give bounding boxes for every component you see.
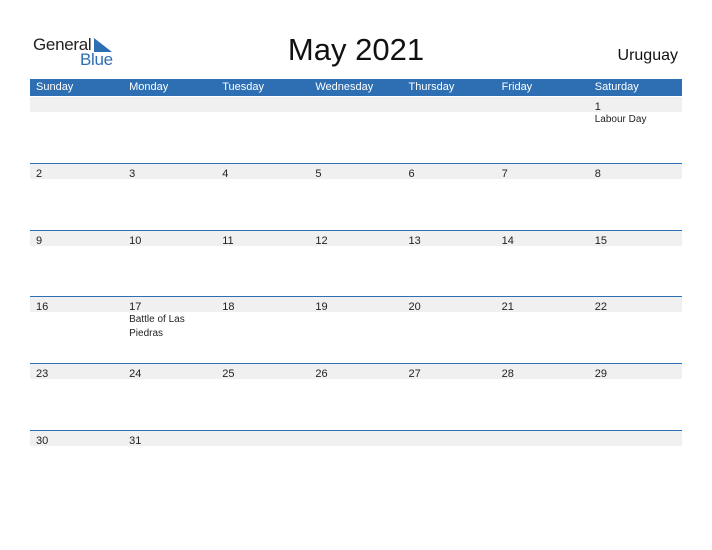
day-cell xyxy=(496,431,589,446)
day-number: 25 xyxy=(222,368,235,380)
day-cell: 3 xyxy=(123,164,216,180)
day-cell: 23 xyxy=(30,364,123,380)
day-number: 23 xyxy=(36,368,49,380)
day-cell xyxy=(30,97,123,112)
day-number: 10 xyxy=(129,235,142,247)
day-cell xyxy=(403,431,496,446)
day-number: 22 xyxy=(594,301,607,313)
day-cell: 27 xyxy=(403,364,496,380)
day-number: 3 xyxy=(129,168,136,180)
day-cell: 7 xyxy=(496,164,589,180)
day-number: 4 xyxy=(222,168,229,180)
week-row: 30 31 xyxy=(30,430,682,447)
day-cell xyxy=(216,97,309,112)
day-number: 18 xyxy=(222,301,235,313)
day-number: 15 xyxy=(594,235,607,247)
day-cell: 11 xyxy=(216,231,309,247)
country-label: Uruguay xyxy=(617,47,678,64)
day-cell: 29 xyxy=(589,364,682,380)
week-row: 1 Labour Day xyxy=(30,97,682,125)
holiday-label: Battle of Las Piedras xyxy=(129,314,185,339)
day-cell: 10 xyxy=(123,231,216,247)
day-number: 29 xyxy=(594,368,607,380)
day-number: 21 xyxy=(501,301,514,313)
day-cell: 8 xyxy=(589,164,682,180)
day-cell: 24 xyxy=(123,364,216,380)
weekday-monday: Monday xyxy=(129,81,169,93)
week-row: 16 17 Battle of Las Piedras 18 19 20 21 22 xyxy=(30,296,682,339)
day-number: 26 xyxy=(315,368,328,380)
weekday-wednesday: Wednesday xyxy=(315,81,374,93)
week-daybar: 30 31 xyxy=(30,431,682,447)
day-cell: 19 xyxy=(309,297,402,313)
day-cell: 20 xyxy=(403,297,496,313)
day-number: 17 xyxy=(129,301,142,313)
day-number: 31 xyxy=(129,435,142,447)
day-number: 5 xyxy=(315,168,322,180)
day-number: 9 xyxy=(36,235,43,247)
day-cell xyxy=(589,431,682,446)
day-cell xyxy=(309,97,402,112)
day-number: 11 xyxy=(222,235,234,247)
day-number: 19 xyxy=(315,301,328,313)
day-cell: 6 xyxy=(403,164,496,180)
week-row: 23 24 25 26 27 28 29 xyxy=(30,363,682,380)
day-number: 6 xyxy=(408,168,415,180)
day-cell: 5 xyxy=(309,164,402,180)
week-daybar: 23 24 25 26 27 28 29 xyxy=(30,364,682,380)
day-number: 2 xyxy=(36,168,43,180)
day-number: 1 xyxy=(594,101,601,113)
day-number: 8 xyxy=(594,168,601,180)
day-cell: 16 xyxy=(30,297,123,313)
day-cell: 13 xyxy=(403,231,496,247)
day-number: 16 xyxy=(36,301,49,313)
week-daybar: 16 17 Battle of Las Piedras 18 19 20 21 22 xyxy=(30,297,682,339)
day-cell: 2 xyxy=(30,164,123,180)
week-row: 9 10 11 12 13 14 15 xyxy=(30,230,682,247)
day-number: 24 xyxy=(129,368,142,380)
day-cell: 30 xyxy=(30,431,123,447)
page-title: May 2021 xyxy=(287,32,425,67)
day-cell xyxy=(403,97,496,112)
day-cell: 12 xyxy=(309,231,402,247)
day-cell: 21 xyxy=(496,297,589,313)
week-row: 2 3 4 5 6 7 8 xyxy=(30,163,682,180)
day-cell: 17 Battle of Las Piedras xyxy=(123,297,216,339)
week-daybar: 1 Labour Day xyxy=(30,97,682,125)
weekday-thursday: Thursday xyxy=(408,81,455,93)
day-cell: 1 Labour Day xyxy=(589,97,682,125)
calendar-grid: Sunday Monday Tuesday Wednesday Thursday… xyxy=(30,79,682,447)
day-cell xyxy=(123,97,216,112)
weekday-sunday: Sunday xyxy=(36,81,74,93)
day-cell: 25 xyxy=(216,364,309,380)
day-cell: 18 xyxy=(216,297,309,313)
weekday-saturday: Saturday xyxy=(594,81,639,93)
day-cell: 28 xyxy=(496,364,589,380)
day-cell: 15 xyxy=(589,231,682,247)
day-number: 28 xyxy=(501,368,514,380)
day-cell xyxy=(496,97,589,112)
day-number: 13 xyxy=(408,235,421,247)
weekday-friday: Friday xyxy=(501,81,533,93)
day-cell xyxy=(216,431,309,446)
holiday-label: Labour Day xyxy=(594,114,647,125)
day-cell: 31 xyxy=(123,431,216,447)
day-cell: 26 xyxy=(309,364,402,380)
day-number: 20 xyxy=(408,301,421,313)
weekday-tuesday: Tuesday xyxy=(222,81,265,93)
day-cell: 22 xyxy=(589,297,682,313)
day-cell: 4 xyxy=(216,164,309,180)
day-cell: 14 xyxy=(496,231,589,247)
week-daybar: 9 10 11 12 13 14 15 xyxy=(30,231,682,247)
day-cell xyxy=(309,431,402,446)
day-number: 30 xyxy=(36,435,49,447)
day-number: 27 xyxy=(408,368,421,380)
day-number: 12 xyxy=(315,235,328,247)
week-daybar: 2 3 4 5 6 7 8 xyxy=(30,164,682,180)
day-number: 14 xyxy=(501,235,514,247)
weekday-header: Sunday Monday Tuesday Wednesday Thursday… xyxy=(30,79,682,96)
day-cell: 9 xyxy=(30,231,123,247)
day-number: 7 xyxy=(501,168,508,180)
